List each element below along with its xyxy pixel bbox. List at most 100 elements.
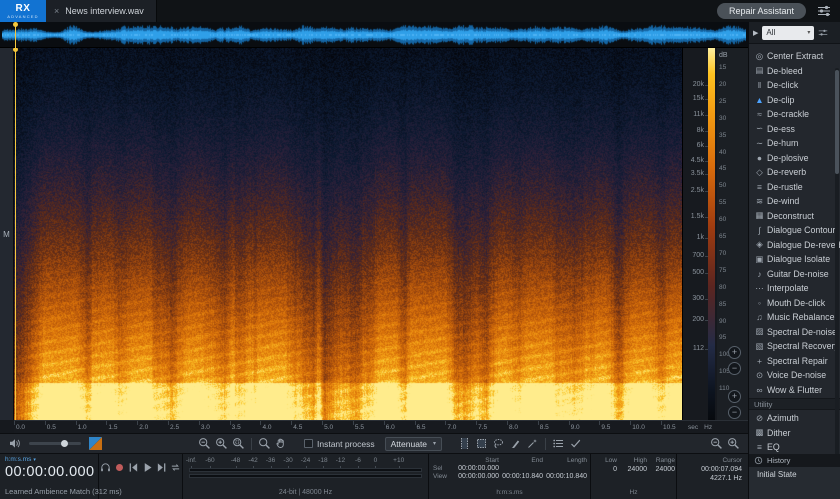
- magnify-tool-icon[interactable]: [256, 435, 273, 452]
- module-item-center-extract[interactable]: ◎Center Extract: [749, 49, 840, 64]
- overview-playhead[interactable]: [15, 22, 16, 48]
- history-header[interactable]: History: [749, 454, 840, 467]
- volume-slider-thumb[interactable]: [61, 440, 68, 447]
- headphones-button[interactable]: [100, 461, 112, 473]
- file-tab[interactable]: × News interview.wav: [46, 0, 157, 22]
- horizontal-zoom-in-icon[interactable]: [725, 435, 742, 452]
- module-item-de-wind[interactable]: ≋De-wind: [749, 194, 840, 209]
- ruler-units-corner: sec Hz: [682, 420, 748, 433]
- module-item-de-plosive[interactable]: ●De-plosive: [749, 151, 840, 166]
- instant-process-checkbox[interactable]: [304, 439, 313, 448]
- module-item-interpolate[interactable]: ⋯Interpolate: [749, 281, 840, 296]
- spectrogram-waveform-blend-icon[interactable]: [87, 435, 104, 452]
- time-ruler-tick: [630, 421, 631, 425]
- db-zoom-in-button[interactable]: +: [728, 390, 741, 403]
- frequency-grid: LowHighRange02400024000: [595, 457, 672, 473]
- spectrogram-canvas[interactable]: [14, 48, 682, 420]
- module-item-de-ess[interactable]: ∽De-ess: [749, 122, 840, 137]
- frequency-zoom-out-button[interactable]: −: [728, 362, 741, 375]
- module-preview-play-icon[interactable]: ▶: [753, 29, 758, 37]
- playhead[interactable]: [15, 48, 16, 420]
- module-item-voice-de-noise[interactable]: ⊙Voice De-noise: [749, 368, 840, 383]
- time-ruler-tick: [45, 421, 46, 425]
- module-item-eq[interactable]: ≡EQ: [749, 440, 840, 454]
- overview-waveform-canvas[interactable]: [2, 24, 746, 46]
- frequency-column-header: Range: [647, 457, 675, 464]
- module-item-deconstruct[interactable]: ▦Deconstruct: [749, 209, 840, 224]
- time-ruler-tick: [538, 421, 539, 425]
- time-ruler[interactable]: 0.00.51.01.52.02.53.03.54.04.55.05.56.06…: [14, 420, 682, 433]
- process-mode-dropdown[interactable]: Attenuate ▾: [385, 437, 442, 451]
- module-item-de-clip[interactable]: ▲De-clip: [749, 93, 840, 108]
- meter-scale-label: -12: [336, 457, 345, 464]
- module-item-music-rebalance[interactable]: ♫Music Rebalance: [749, 310, 840, 325]
- instant-process-label: Instant process: [317, 439, 375, 449]
- rx-app-window: RX ADVANCED × News interview.wav Repair …: [0, 0, 840, 499]
- module-item-de-reverb[interactable]: ◇De-reverb: [749, 165, 840, 180]
- zoom-in-tool-icon[interactable]: [213, 435, 230, 452]
- de-reverb-icon: ◇: [752, 167, 767, 178]
- monitor-volume-slider[interactable]: [29, 442, 81, 445]
- brush-tool-icon[interactable]: [507, 435, 524, 452]
- module-item-dialogue-isolate[interactable]: ▣Dialogue Isolate: [749, 252, 840, 267]
- horizontal-zoom-out-icon[interactable]: [708, 435, 725, 452]
- frequency-range-block: LowHighRange02400024000 Hz: [590, 454, 676, 499]
- module-list-scrollbar-thumb[interactable]: [835, 70, 839, 174]
- module-item-spectral-repair[interactable]: +Spectral Repair: [749, 354, 840, 369]
- repair-assistant-button[interactable]: Repair Assistant: [717, 3, 806, 19]
- play-button[interactable]: [142, 461, 154, 473]
- time-format-value: h:m:s.ms: [5, 456, 31, 463]
- module-item-de-hum[interactable]: ∼De-hum: [749, 136, 840, 151]
- guitar-de-noise-icon: ♪: [752, 269, 767, 279]
- hand-tool-icon[interactable]: [273, 435, 290, 452]
- channel-strip[interactable]: M: [0, 48, 14, 420]
- lasso-tool-icon[interactable]: [490, 435, 507, 452]
- time-selection-tool-icon[interactable]: [456, 435, 473, 452]
- module-item-dialogue-contour[interactable]: ∫Dialogue Contour: [749, 223, 840, 238]
- module-item-guitar-de-noise[interactable]: ♪Guitar De-noise: [749, 267, 840, 282]
- module-item-spectral-recovery[interactable]: ▧Spectral Recovery: [749, 339, 840, 354]
- module-label: De-click: [767, 80, 798, 90]
- zoom-selection-tool-icon[interactable]: [230, 435, 247, 452]
- meter-scale-label: +10: [393, 457, 404, 464]
- de-plosive-icon: ●: [752, 153, 767, 163]
- settings-sliders-icon[interactable]: [816, 3, 832, 19]
- module-label: De-rustle: [767, 182, 803, 192]
- monitor-volume-icon[interactable]: [6, 435, 23, 452]
- time-frequency-selection-tool-icon[interactable]: [473, 435, 490, 452]
- module-item-mouth-de-click[interactable]: ◦Mouth De-click: [749, 296, 840, 311]
- module-item-de-bleed[interactable]: ▤De-bleed: [749, 64, 840, 79]
- loop-button[interactable]: [170, 461, 182, 473]
- selection-list-icon[interactable]: [550, 435, 567, 452]
- module-item-dialogue-de-reverb[interactable]: ◈Dialogue De-reverb: [749, 238, 840, 253]
- go-to-end-button[interactable]: [156, 461, 168, 473]
- close-tab-icon[interactable]: ×: [54, 6, 59, 16]
- module-item-dither[interactable]: ▩Dither: [749, 426, 840, 441]
- module-item-de-click[interactable]: ‖De-click: [749, 78, 840, 93]
- module-item-azimuth[interactable]: ⊘Azimuth: [749, 411, 840, 426]
- db-zoom-out-button[interactable]: −: [728, 406, 741, 419]
- history-item[interactable]: Initial State: [749, 467, 840, 479]
- magic-wand-tool-icon[interactable]: [524, 435, 541, 452]
- frequency-ruler[interactable]: 20k15k11k8k6k4.5k3.5k2.5k1.5k1k700500300…: [682, 48, 708, 420]
- file-tab-label: News interview.wav: [65, 6, 144, 16]
- module-item-de-rustle[interactable]: ≡De-rustle: [749, 180, 840, 195]
- playhead-time-display[interactable]: 00:00:00.000: [5, 464, 98, 480]
- module-item-spectral-de-noise[interactable]: ▨Spectral De-noise: [749, 325, 840, 340]
- waveform-overview[interactable]: [0, 22, 748, 48]
- module-item-wow-flutter[interactable]: ∞Wow & Flutter: [749, 383, 840, 398]
- spectrogram-view[interactable]: [14, 48, 682, 420]
- level-meter[interactable]: -inf.-60-48-42-36-30-24-18-12-60+10 24-b…: [182, 454, 428, 499]
- go-to-start-button[interactable]: [128, 461, 140, 473]
- toolbar-separator: [251, 438, 252, 450]
- zoom-out-tool-icon[interactable]: [196, 435, 213, 452]
- time-format-dropdown[interactable]: h:m:s.ms ▾: [5, 456, 98, 463]
- frequency-zoom-in-button[interactable]: +: [728, 346, 741, 359]
- module-filter-dropdown[interactable]: All ▾: [762, 26, 814, 40]
- dialogue-de-reverb-icon: ◈: [752, 239, 767, 250]
- record-button[interactable]: [114, 461, 126, 473]
- find-similar-check-icon[interactable]: [567, 435, 584, 452]
- module-item-de-crackle[interactable]: ≈De-crackle: [749, 107, 840, 122]
- meter-scale-label: 0: [374, 457, 378, 464]
- panel-options-icon[interactable]: [818, 28, 828, 38]
